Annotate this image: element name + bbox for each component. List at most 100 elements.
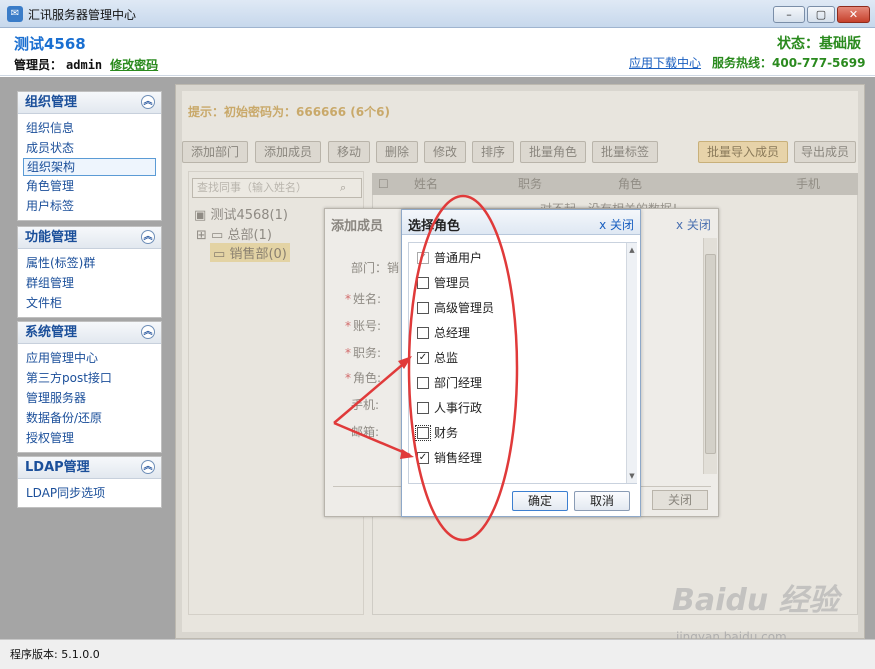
service-hotline: 服务热线：400-777-5699 (712, 56, 866, 70)
col-position: 职务 (518, 177, 543, 191)
account-name: 测试4568 (14, 35, 86, 53)
app-icon: ✉ (7, 6, 23, 22)
maximize-button[interactable]: ▢ (807, 6, 835, 23)
role-checkbox[interactable] (417, 327, 429, 339)
phone-label: 手机: (351, 398, 380, 412)
collapse-icon[interactable]: ︽ (141, 325, 155, 339)
name-label: * 姓名: (345, 292, 382, 306)
sidebar-item-app-center[interactable]: 应用管理中心 (18, 348, 161, 368)
nav-panel-system: 系统管理 ︽ 应用管理中心 第三方post接口 管理服务器 数据备份/还原 授权管… (17, 321, 162, 453)
role-label: 高级管理员 (434, 301, 495, 315)
scroll-thumb[interactable] (705, 254, 716, 454)
department-label: 部门：销 (351, 261, 400, 275)
sidebar-item-attribute-groups[interactable]: 属性(标签)群 (18, 253, 161, 273)
role-label: 管理员 (434, 276, 471, 290)
sidebar-item-group-management[interactable]: 群组管理 (18, 273, 161, 293)
tree-root[interactable]: ▣ 测试4568(1) (194, 204, 288, 223)
role-checkbox[interactable] (417, 402, 429, 414)
search-input[interactable]: 查找同事（输入姓名） (192, 178, 362, 198)
nav-head-ldap[interactable]: LDAP管理 ︽ (18, 457, 161, 479)
role-checkbox[interactable]: ✓ (417, 252, 429, 264)
sidebar-item-role-management[interactable]: 角色管理 (18, 176, 161, 196)
select-role-close[interactable]: x 关闭 (599, 216, 634, 233)
folder-icon: ▭ (213, 247, 226, 262)
watermark-brand: Baidu 经验 (672, 583, 839, 618)
nav-panel-org: 组织管理 ︽ 组织信息 成员状态 组织架构 角色管理 用户标签 (17, 91, 162, 221)
collapse-icon[interactable]: ︽ (141, 95, 155, 109)
role-label: 销售经理 (434, 451, 483, 465)
close-window-button[interactable]: ✕ (837, 6, 870, 23)
role-label: 部门经理 (434, 376, 483, 390)
add-member-close-link[interactable]: x 关闭 (676, 216, 711, 233)
tree-dept-hq[interactable]: ⊞ ▭ 总部(1) (196, 224, 272, 243)
role-checkbox[interactable] (417, 377, 429, 389)
sidebar-item-post-api[interactable]: 第三方post接口 (18, 368, 161, 388)
select-role-header: 选择角色 x 关闭 (402, 210, 640, 235)
collapse-icon[interactable]: ︽ (141, 230, 155, 244)
tree-dept-sales[interactable]: ▭ 销售部(0) (210, 243, 290, 262)
role-checkbox[interactable]: ✓ (417, 352, 429, 364)
scroll-up-icon[interactable]: ▲ (627, 246, 637, 254)
role-label: 普通用户 (434, 251, 483, 265)
sidebar-item-org-structure[interactable]: 组织架构 (23, 158, 156, 176)
download-center-link[interactable]: 应用下载中心 (629, 54, 701, 71)
role-checkbox[interactable] (417, 302, 429, 314)
sidebar-item-file-cabinet[interactable]: 文件柜 (18, 293, 161, 313)
select-all-checkbox[interactable]: ☐ (378, 173, 389, 195)
add-member-scrollbar[interactable] (703, 238, 717, 474)
admin-username: admin (66, 58, 103, 72)
email-label: 邮箱: (351, 425, 380, 439)
role-checkbox[interactable] (417, 277, 429, 289)
export-members-button[interactable]: 导出成员 (794, 141, 856, 163)
edit-button[interactable]: 修改 (424, 141, 466, 163)
move-button[interactable]: 移动 (328, 141, 370, 163)
select-role-title: 选择角色 (408, 219, 461, 234)
role-list-scrollbar[interactable]: ▲ ▼ (626, 243, 637, 483)
cancel-button[interactable]: 取消 (574, 491, 630, 511)
add-member-close-button[interactable]: 关闭 (652, 490, 708, 510)
status-bar: 程序版本: 5.1.0.0 (0, 639, 875, 669)
add-department-button[interactable]: 添加部门 (182, 141, 248, 163)
admin-label: 管理员： (14, 58, 63, 72)
change-password-link[interactable]: 修改密码 (110, 58, 158, 72)
role-label: 人事行政 (434, 401, 483, 415)
position-label: * 职务: (345, 346, 382, 360)
collapse-icon[interactable]: ︽ (141, 460, 155, 474)
batch-import-button[interactable]: 批量导入成员 (698, 141, 788, 163)
add-member-button[interactable]: 添加成员 (255, 141, 321, 163)
col-role: 角色 (618, 177, 643, 191)
role-checkbox[interactable]: ✓ (417, 452, 429, 464)
folder-icon: ▭ (211, 228, 224, 243)
confirm-button[interactable]: 确定 (512, 491, 568, 511)
sidebar-item-manage-server[interactable]: 管理服务器 (18, 388, 161, 408)
batch-role-button[interactable]: 批量角色 (520, 141, 586, 163)
sidebar-item-member-status[interactable]: 成员状态 (18, 138, 161, 158)
sidebar-item-user-tags[interactable]: 用户标签 (18, 196, 161, 216)
batch-tag-button[interactable]: 批量标签 (592, 141, 658, 163)
nav-head-function[interactable]: 功能管理 ︽ (18, 227, 161, 249)
delete-button[interactable]: 删除 (376, 141, 418, 163)
scroll-down-icon[interactable]: ▼ (627, 472, 637, 480)
minimize-button[interactable]: – (773, 6, 805, 23)
expand-icon[interactable]: ⊞ (196, 228, 207, 243)
edition-status: 状态：基础版 (777, 36, 861, 52)
account-label: * 账号: (345, 319, 382, 333)
sidebar-item-ldap-sync[interactable]: LDAP同步选项 (18, 483, 161, 503)
nav-panel-function: 功能管理 ︽ 属性(标签)群 群组管理 文件柜 (17, 226, 162, 318)
nav-panel-ldap: LDAP管理 ︽ LDAP同步选项 (17, 456, 162, 508)
sidebar-item-org-info[interactable]: 组织信息 (18, 118, 161, 138)
nav-head-system[interactable]: 系统管理 ︽ (18, 322, 161, 344)
nav-head-org[interactable]: 组织管理 ︽ (18, 92, 161, 114)
member-grid-header: ☐ 姓名 职务 角色 手机 (372, 173, 858, 195)
app-header: 测试4568 管理员： admin 修改密码 状态：基础版 应用下载中心 服务热线：… (0, 28, 875, 76)
role-checkbox[interactable] (415, 425, 431, 441)
sidebar-item-license[interactable]: 授权管理 (18, 428, 161, 448)
sidebar-item-backup[interactable]: 数据备份/还原 (18, 408, 161, 428)
add-member-title: 添加成员 (331, 219, 384, 234)
admin-line: 管理员： admin 修改密码 (14, 56, 158, 73)
sort-button[interactable]: 排序 (472, 141, 514, 163)
window-title: 汇讯服务器管理中心 (28, 8, 137, 22)
role-label: 总经理 (434, 326, 471, 340)
initial-password-tip: 提示：初始密码为：666666 (6个6) (188, 105, 390, 119)
title-bar: ✉ 汇讯服务器管理中心 – ▢ ✕ (0, 0, 875, 28)
